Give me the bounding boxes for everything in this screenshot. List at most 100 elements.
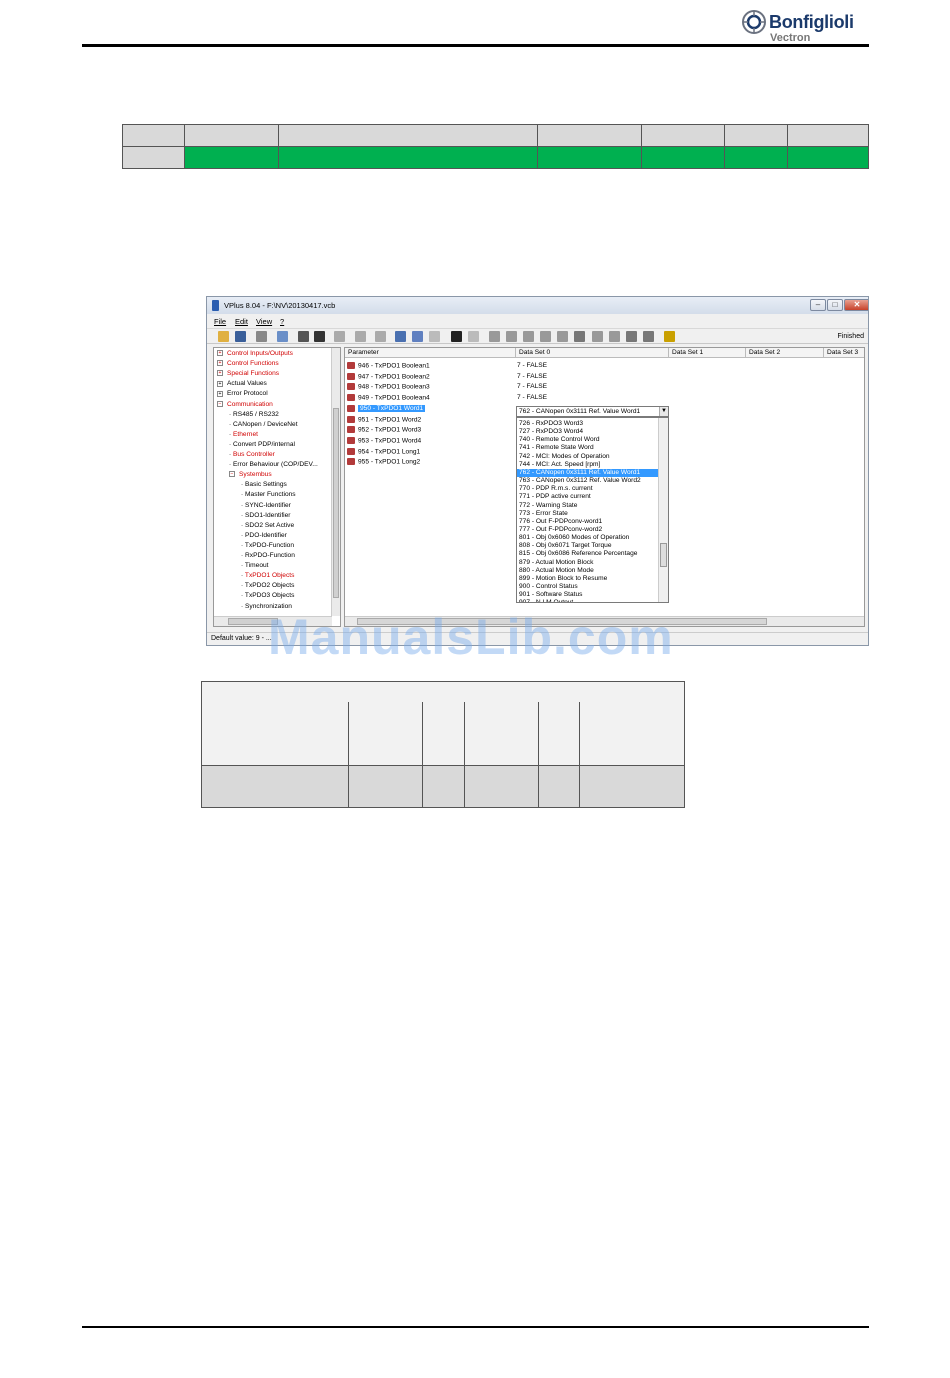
parameter-row[interactable]: 953 - TxPDO1 Word4 xyxy=(347,436,421,444)
dropdown-option[interactable]: 808 - Obj 0x6071 Target Torque xyxy=(517,542,658,550)
close-button[interactable]: ✕ xyxy=(844,299,868,311)
dropdown-option[interactable]: 879 - Actual Motion Block xyxy=(517,559,658,567)
tree-item[interactable]: - Ethernet xyxy=(229,431,258,438)
dropdown-option[interactable]: 771 - PDP active current xyxy=(517,493,658,501)
tree-item[interactable]: + Special Functions xyxy=(217,370,279,377)
menu-help[interactable]: ? xyxy=(280,317,284,326)
parameter-value[interactable]: 7 - FALSE xyxy=(517,394,547,401)
dropdown-option[interactable]: 773 - Error State xyxy=(517,510,658,518)
parameter-value[interactable]: 7 - FALSE xyxy=(517,373,547,380)
dropdown-option[interactable]: 740 - Remote Control Word xyxy=(517,436,658,444)
dropdown-option[interactable]: 763 - CANopen 0x3112 Ref. Value Word2 xyxy=(517,477,658,485)
tree-item[interactable]: - TxPDO2 Objects xyxy=(241,582,294,589)
maximize-button[interactable]: □ xyxy=(827,299,843,311)
dropdown-scrollbar[interactable] xyxy=(658,418,668,602)
parameter-row[interactable]: 952 - TxPDO1 Word3 xyxy=(347,426,421,433)
dropdown-option[interactable]: 726 - RxPDO3 Word3 xyxy=(517,420,658,428)
search-icon[interactable] xyxy=(395,331,406,342)
dropdown-option[interactable]: 801 - Obj 0x6060 Modes of Operation xyxy=(517,534,658,542)
upload-icon[interactable] xyxy=(334,331,345,342)
parameter-row[interactable]: 950 - TxPDO1 Word1 xyxy=(347,404,426,413)
expand-toggle-icon[interactable]: + xyxy=(217,360,223,367)
variable-icon[interactable] xyxy=(626,331,637,342)
expand-toggle-icon[interactable]: + xyxy=(217,380,223,387)
device-icon[interactable] xyxy=(592,331,603,342)
parameter-value[interactable]: 7 - FALSE xyxy=(517,362,547,369)
menu-file[interactable]: File xyxy=(214,317,226,326)
dropdown-option[interactable]: 741 - Remote State Word xyxy=(517,444,658,452)
dropdown-option[interactable]: 772 - Warning State xyxy=(517,502,658,510)
expand-toggle-icon[interactable]: − xyxy=(229,471,235,478)
dropdown-option[interactable]: 727 - RxPDO3 Word4 xyxy=(517,428,658,436)
dropdown-option[interactable]: 744 - MCI: Act. Speed [rpm] xyxy=(517,461,658,469)
parameter-row[interactable]: 946 - TxPDO1 Boolean1 xyxy=(347,362,430,369)
dropdown-option[interactable]: 907 - N.I.M Output xyxy=(517,599,658,602)
transfer-icon[interactable] xyxy=(375,331,386,342)
scroll-thumb[interactable] xyxy=(333,408,339,598)
tree-item[interactable]: + Actual Values xyxy=(217,380,267,387)
dropdown-option[interactable]: 742 - MCI: Modes of Operation xyxy=(517,453,658,461)
settings-icon[interactable] xyxy=(557,331,568,342)
tree-item[interactable]: - TxPDO3 Objects xyxy=(241,592,294,599)
minimize-button[interactable]: – xyxy=(810,299,826,311)
chevron-down-icon[interactable]: ▼ xyxy=(659,407,668,416)
expand-toggle-icon[interactable]: + xyxy=(217,370,223,377)
tree-item[interactable]: - CANopen / DeviceNet xyxy=(229,421,298,428)
tree-item[interactable]: - TxPDO-Function xyxy=(241,542,294,549)
column-header-parameter[interactable]: Parameter xyxy=(345,348,516,358)
tree-item[interactable]: + Control Inputs/Outputs xyxy=(217,350,293,357)
dropdown-option[interactable]: 776 - Out F-PDPconv-word1 xyxy=(517,518,658,526)
expand-toggle-icon[interactable]: + xyxy=(217,350,223,357)
tree-item[interactable]: - RxPDO-Function xyxy=(241,552,295,559)
column-header-data-set-0[interactable]: Data Set 0 xyxy=(516,348,669,358)
tree-item[interactable]: − Systembus xyxy=(229,471,272,478)
tree-vertical-scrollbar[interactable] xyxy=(331,348,340,616)
tree-item[interactable]: − Communication xyxy=(217,401,273,408)
dropdown-option[interactable]: 900 - Control Status xyxy=(517,583,658,591)
scroll-thumb[interactable] xyxy=(660,543,667,567)
redo-icon[interactable] xyxy=(429,331,440,342)
tree-item[interactable]: - Error Behaviour (COP/DEV... xyxy=(229,461,318,468)
tree-icon[interactable] xyxy=(298,331,309,342)
tree-item[interactable]: - SYNC-Identifier xyxy=(241,502,291,509)
column-header-data-set-3[interactable]: Data Set 3 xyxy=(824,348,864,358)
tree-item[interactable]: - SDO1-Identifier xyxy=(241,512,290,519)
dropdown-option[interactable]: 770 - PDP R.m.s. current xyxy=(517,485,658,493)
dropdown-option[interactable]: 899 - Motion Block to Resume xyxy=(517,575,658,583)
info-icon[interactable] xyxy=(451,331,462,342)
parameter-value[interactable]: 7 - FALSE xyxy=(517,383,547,390)
parameter-row[interactable]: 949 - TxPDO1 Boolean4 xyxy=(347,394,430,401)
parameter-row[interactable]: 948 - TxPDO1 Boolean3 xyxy=(347,383,430,391)
keypad-icon[interactable] xyxy=(540,331,551,342)
plc-icon[interactable] xyxy=(609,331,620,342)
parameter-row[interactable]: 947 - TxPDO1 Boolean2 xyxy=(347,372,430,380)
function-icon[interactable] xyxy=(643,331,654,342)
column-header-data-set-2[interactable]: Data Set 2 xyxy=(746,348,824,358)
parameter-row[interactable]: 955 - TxPDO1 Long2 xyxy=(347,458,420,466)
menu-view[interactable]: View xyxy=(256,317,272,326)
save-icon[interactable] xyxy=(235,331,246,342)
dropdown-option[interactable]: 901 - Software Status xyxy=(517,591,658,599)
dropdown-option[interactable]: 880 - Actual Motion Mode xyxy=(517,567,658,575)
expand-toggle-icon[interactable]: + xyxy=(217,390,223,397)
tree-item[interactable]: - Timeout xyxy=(241,562,269,569)
undo-icon[interactable] xyxy=(412,331,423,342)
preview-icon[interactable] xyxy=(277,331,288,342)
print-icon[interactable] xyxy=(256,331,267,342)
dropdown-option[interactable]: 762 - CANopen 0x3111 Ref. Value Word1 xyxy=(517,468,658,477)
tree-item[interactable]: - SDO2 Set Active xyxy=(241,522,294,529)
monitor-icon[interactable] xyxy=(489,331,500,342)
download-icon[interactable] xyxy=(355,331,366,342)
tree-item[interactable]: + Control Functions xyxy=(217,360,279,367)
tree-item[interactable]: - TxPDO1 Objects xyxy=(241,572,294,579)
parameter-row[interactable]: 954 - TxPDO1 Long1 xyxy=(347,447,420,455)
tree-item[interactable]: - Bus Controller xyxy=(229,451,275,458)
dropdown-option[interactable]: 815 - Obj 0x6086 Reference Percentage xyxy=(517,550,658,558)
column-header-data-set-1[interactable]: Data Set 1 xyxy=(669,348,746,358)
expand-toggle-icon[interactable]: − xyxy=(217,400,223,407)
tree-item[interactable]: - RS485 / RS232 xyxy=(229,411,279,418)
check-icon[interactable] xyxy=(574,331,585,342)
tree-item[interactable]: - Master Functions xyxy=(241,491,296,498)
dropdown-option[interactable]: 777 - Out F-PDPconv-word2 xyxy=(517,526,658,534)
parameter-row[interactable]: 951 - TxPDO1 Word2 xyxy=(347,415,421,423)
